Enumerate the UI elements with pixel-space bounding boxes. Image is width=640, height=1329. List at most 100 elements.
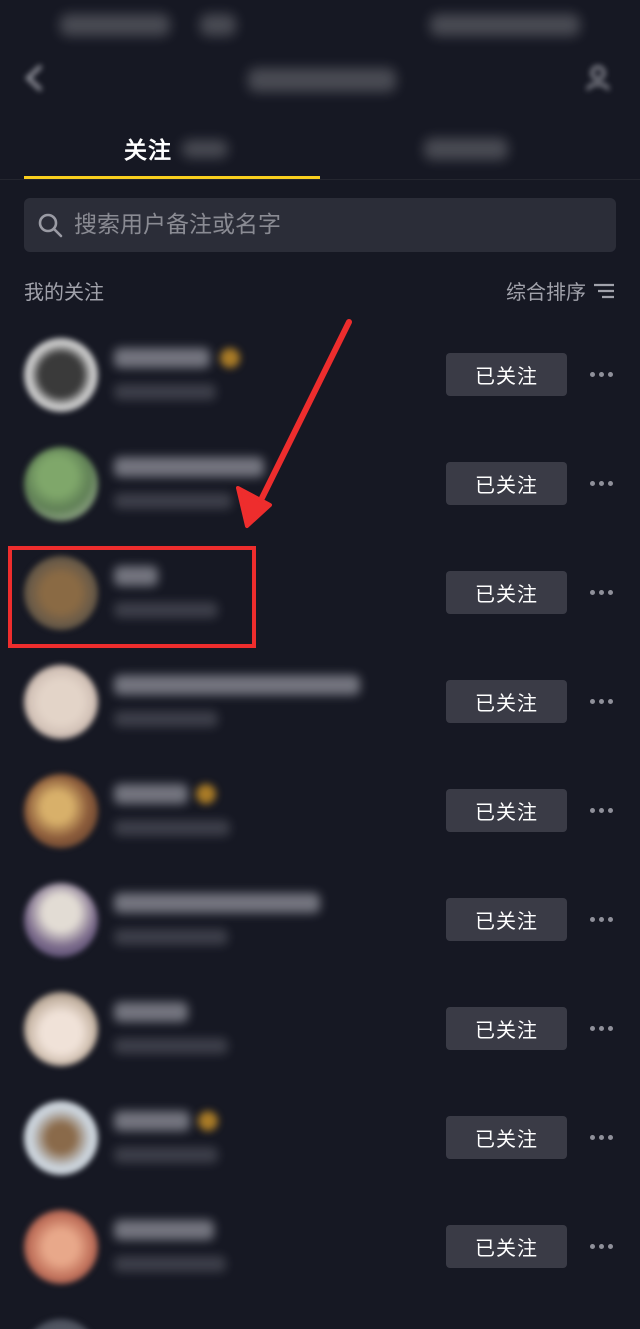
user-name xyxy=(114,784,188,804)
list-item[interactable]: 已关注 xyxy=(0,429,640,538)
avatar[interactable] xyxy=(24,1210,98,1284)
user-name xyxy=(114,348,210,368)
more-icon xyxy=(589,807,595,813)
sort-icon xyxy=(594,283,614,298)
add-friend-button[interactable] xyxy=(580,58,620,98)
verified-badge-icon xyxy=(198,1111,218,1131)
tab-fans[interactable] xyxy=(320,118,616,178)
status-bar xyxy=(0,0,640,50)
user-subtitle xyxy=(114,493,232,509)
more-icon-dot xyxy=(607,1134,613,1140)
section-title: 我的关注 xyxy=(24,280,104,304)
following-button[interactable]: 已关注 xyxy=(446,1007,567,1050)
page-header xyxy=(0,50,640,110)
highlight-box xyxy=(8,546,256,648)
search-input[interactable] xyxy=(74,198,616,252)
list-item[interactable]: 已关注 xyxy=(0,647,640,756)
more-icon-dot xyxy=(607,371,613,377)
more-button[interactable] xyxy=(584,1010,618,1046)
following-list: 已关注 已关注 已关注 已关注 已关注 已关注 已关注 已关注 已关注 xyxy=(0,320,640,1329)
more-icon-dot xyxy=(607,916,613,922)
following-button[interactable]: 已关注 xyxy=(446,680,567,723)
list-item[interactable]: 已关注 xyxy=(0,974,640,1083)
more-icon xyxy=(589,480,595,486)
more-icon xyxy=(589,698,595,704)
following-button[interactable]: 已关注 xyxy=(446,898,567,941)
list-item[interactable]: 已关注 xyxy=(0,1083,640,1192)
status-bar-signal xyxy=(200,14,236,36)
more-icon-dot xyxy=(598,807,604,813)
user-subtitle xyxy=(114,929,228,945)
avatar[interactable] xyxy=(24,774,98,848)
tab-fans-label xyxy=(424,138,508,160)
user-subtitle xyxy=(114,1038,228,1054)
sort-button[interactable]: 综合排序 xyxy=(506,276,614,305)
status-bar-indicators xyxy=(430,14,580,36)
avatar[interactable] xyxy=(24,1101,98,1175)
more-icon xyxy=(589,1243,595,1249)
list-item[interactable] xyxy=(0,1301,640,1329)
sort-label: 综合排序 xyxy=(506,280,586,304)
following-button[interactable]: 已关注 xyxy=(446,1116,567,1159)
more-icon xyxy=(589,589,595,595)
search-bar[interactable] xyxy=(24,198,616,252)
list-item[interactable]: 已关注 xyxy=(0,320,640,429)
more-icon xyxy=(589,916,595,922)
more-button[interactable] xyxy=(584,683,618,719)
back-icon xyxy=(25,64,43,92)
more-icon-dot xyxy=(607,807,613,813)
user-subtitle xyxy=(114,820,230,836)
avatar[interactable] xyxy=(24,883,98,957)
following-button[interactable]: 已关注 xyxy=(446,353,567,396)
avatar[interactable] xyxy=(24,665,98,739)
more-icon-dot xyxy=(598,371,604,377)
more-icon-dot xyxy=(607,1243,613,1249)
more-icon-dot xyxy=(607,1025,613,1031)
avatar[interactable] xyxy=(24,1319,98,1329)
user-name xyxy=(114,675,360,695)
following-button[interactable]: 已关注 xyxy=(446,1225,567,1268)
avatar[interactable] xyxy=(24,447,98,521)
list-item[interactable]: 已关注 xyxy=(0,1192,640,1301)
more-icon xyxy=(589,371,595,377)
more-icon-dot xyxy=(598,480,604,486)
tab-following[interactable]: 关注 xyxy=(0,118,296,178)
user-name xyxy=(114,1220,214,1240)
more-icon xyxy=(589,1134,595,1140)
list-item[interactable]: 已关注 xyxy=(0,756,640,865)
following-button[interactable]: 已关注 xyxy=(446,571,567,614)
add-friend-icon xyxy=(586,65,610,91)
verified-badge-icon xyxy=(220,348,240,368)
user-subtitle xyxy=(114,1147,218,1163)
user-name xyxy=(114,1002,188,1022)
page-title xyxy=(248,68,396,92)
more-icon-dot xyxy=(598,698,604,704)
following-button[interactable]: 已关注 xyxy=(446,462,567,505)
user-subtitle xyxy=(114,711,218,727)
tab-following-count xyxy=(182,140,228,158)
more-button[interactable] xyxy=(584,1119,618,1155)
more-button[interactable] xyxy=(584,1228,618,1264)
avatar[interactable] xyxy=(24,338,98,412)
verified-badge-icon xyxy=(196,784,216,804)
more-icon-dot xyxy=(598,589,604,595)
more-icon-dot xyxy=(607,589,613,595)
status-bar-carrier xyxy=(60,14,170,36)
user-subtitle xyxy=(114,1256,226,1272)
more-button[interactable] xyxy=(584,465,618,501)
avatar[interactable] xyxy=(24,992,98,1066)
tab-bar: 关注 xyxy=(0,118,640,180)
more-button[interactable] xyxy=(584,792,618,828)
user-name xyxy=(114,1111,190,1131)
list-item[interactable]: 已关注 xyxy=(0,865,640,974)
back-button[interactable] xyxy=(14,58,54,98)
more-button[interactable] xyxy=(584,901,618,937)
more-icon-dot xyxy=(607,698,613,704)
more-icon-dot xyxy=(607,480,613,486)
following-button[interactable]: 已关注 xyxy=(446,789,567,832)
search-icon xyxy=(38,213,63,238)
more-button[interactable] xyxy=(584,574,618,610)
more-button[interactable] xyxy=(584,356,618,392)
user-name xyxy=(114,457,264,477)
tab-following-label: 关注 xyxy=(124,138,172,164)
